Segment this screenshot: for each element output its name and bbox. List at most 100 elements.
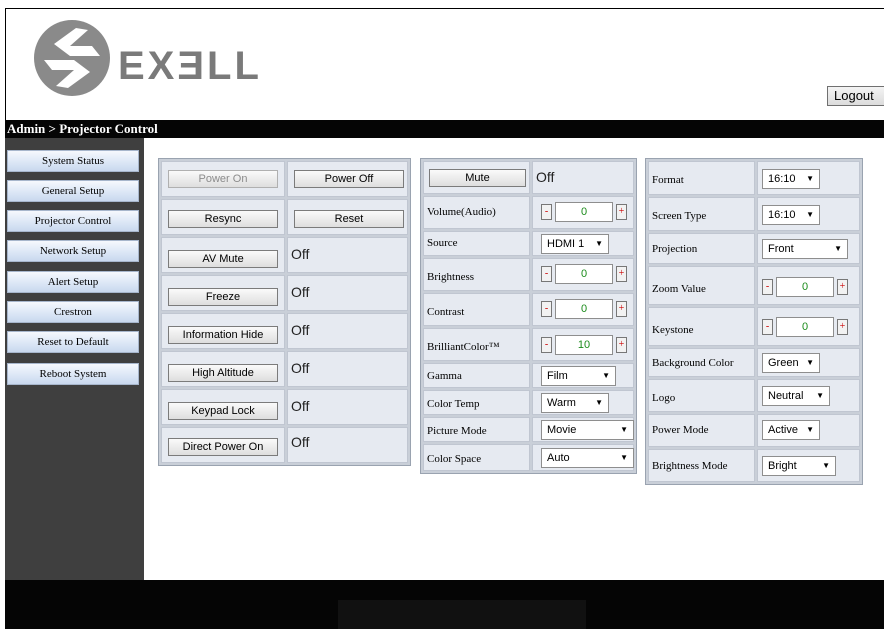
chevron-down-icon: ▼ xyxy=(602,371,610,380)
brightness-decrease-button[interactable]: - xyxy=(541,266,552,282)
format-label: Format xyxy=(652,174,684,186)
information-hide-button[interactable]: Information Hide xyxy=(168,326,278,344)
background-color-select[interactable]: Green ▼ xyxy=(762,353,820,373)
screen-type-select[interactable]: 16:10 ▼ xyxy=(762,205,820,225)
power-on-button[interactable]: Power On xyxy=(168,170,278,188)
brightness-label: Brightness xyxy=(427,271,475,283)
logout-button[interactable]: Logout xyxy=(827,86,884,106)
high-altitude-status: Off xyxy=(291,360,310,376)
breadcrumb: Admin > Projector Control xyxy=(5,120,884,138)
chevron-down-icon: ▼ xyxy=(620,453,628,462)
chevron-down-icon: ▼ xyxy=(822,461,830,470)
brightness-stepper: - 0 + xyxy=(541,264,631,284)
brilliantcolor-value[interactable]: 10 xyxy=(555,335,613,355)
color-temp-label: Color Temp xyxy=(427,398,480,410)
color-space-select[interactable]: Auto ▼ xyxy=(541,448,634,468)
keystone-label: Keystone xyxy=(652,324,694,336)
background-color-label: Background Color xyxy=(652,357,734,369)
contrast-stepper: - 0 + xyxy=(541,299,631,319)
brilliantcolor-increase-button[interactable]: + xyxy=(616,337,627,353)
sidebar: System Status General Setup Projector Co… xyxy=(5,138,144,580)
resync-button[interactable]: Resync xyxy=(168,210,278,228)
power-panel: Power On Power Off Resync Reset AV Mute … xyxy=(158,158,411,466)
zoom-value-label: Zoom Value xyxy=(652,283,706,295)
sidebar-item-projector-control[interactable]: Projector Control xyxy=(7,210,139,232)
brand-logo: EXƎLL xyxy=(30,16,259,106)
logo-label: Logo xyxy=(652,392,676,404)
logo-wordmark: EXƎLL xyxy=(118,44,262,88)
screen-type-label: Screen Type xyxy=(652,210,707,222)
brilliantcolor-decrease-button[interactable]: - xyxy=(541,337,552,353)
format-select[interactable]: 16:10 ▼ xyxy=(762,169,820,189)
chevron-down-icon: ▼ xyxy=(595,398,603,407)
footer-center-block xyxy=(338,600,586,629)
source-select[interactable]: HDMI 1 ▼ xyxy=(541,234,609,254)
av-mute-status: Off xyxy=(291,246,310,262)
display-panel: Format 16:10 ▼ Screen Type 16:10 ▼ Project… xyxy=(645,158,863,485)
zoom-value[interactable]: 0 xyxy=(776,277,834,297)
freeze-status: Off xyxy=(291,284,310,300)
keypad-lock-status: Off xyxy=(291,398,310,414)
keystone-stepper: - 0 + xyxy=(762,317,852,337)
contrast-increase-button[interactable]: + xyxy=(616,301,627,317)
sidebar-item-alert-setup[interactable]: Alert Setup xyxy=(7,271,139,293)
color-space-label: Color Space xyxy=(427,453,482,465)
brightness-mode-select[interactable]: Bright ▼ xyxy=(762,456,836,476)
chevron-down-icon: ▼ xyxy=(816,391,824,400)
zoom-decrease-button[interactable]: - xyxy=(762,279,773,295)
sidebar-item-general-setup[interactable]: General Setup xyxy=(7,180,139,202)
brilliantcolor-stepper: - 10 + xyxy=(541,335,631,355)
zoom-increase-button[interactable]: + xyxy=(837,279,848,295)
source-label: Source xyxy=(427,237,458,249)
volume-increase-button[interactable]: + xyxy=(616,204,627,220)
projection-label: Projection xyxy=(652,243,698,255)
power-mode-label: Power Mode xyxy=(652,424,709,436)
mute-status: Off xyxy=(536,169,555,185)
chevron-down-icon: ▼ xyxy=(806,425,814,434)
brightness-value[interactable]: 0 xyxy=(555,264,613,284)
brightness-mode-label: Brightness Mode xyxy=(652,460,728,472)
power-off-button[interactable]: Power Off xyxy=(294,170,404,188)
direct-power-on-status: Off xyxy=(291,434,310,450)
sidebar-item-reboot-system[interactable]: Reboot System xyxy=(7,363,139,385)
direct-power-on-button[interactable]: Direct Power On xyxy=(168,438,278,456)
freeze-button[interactable]: Freeze xyxy=(168,288,278,306)
picture-mode-label: Picture Mode xyxy=(427,425,487,437)
projection-select[interactable]: Front ▼ xyxy=(762,239,848,259)
color-temp-select[interactable]: Warm ▼ xyxy=(541,393,609,413)
sidebar-item-reset-to-default[interactable]: Reset to Default xyxy=(7,331,139,353)
volume-label: Volume(Audio) xyxy=(427,206,496,218)
zoom-stepper: - 0 + xyxy=(762,277,852,297)
image-panel: Mute Off Volume(Audio) - 0 + Source HDMI… xyxy=(420,158,637,474)
power-mode-select[interactable]: Active ▼ xyxy=(762,420,820,440)
contrast-value[interactable]: 0 xyxy=(555,299,613,319)
gamma-label: Gamma xyxy=(427,370,462,382)
volume-decrease-button[interactable]: - xyxy=(541,204,552,220)
mute-button[interactable]: Mute xyxy=(429,169,526,187)
chevron-down-icon: ▼ xyxy=(595,239,603,248)
information-hide-status: Off xyxy=(291,322,310,338)
gamma-select[interactable]: Film ▼ xyxy=(541,366,616,386)
picture-mode-select[interactable]: Movie ▼ xyxy=(541,420,634,440)
logo-select[interactable]: Neutral ▼ xyxy=(762,386,830,406)
chevron-down-icon: ▼ xyxy=(806,358,814,367)
volume-value[interactable]: 0 xyxy=(555,202,613,222)
brightness-increase-button[interactable]: + xyxy=(616,266,627,282)
keystone-value[interactable]: 0 xyxy=(776,317,834,337)
reset-button[interactable]: Reset xyxy=(294,210,404,228)
sidebar-item-network-setup[interactable]: Network Setup xyxy=(7,240,139,262)
sidebar-item-crestron[interactable]: Crestron xyxy=(7,301,139,323)
av-mute-button[interactable]: AV Mute xyxy=(168,250,278,268)
volume-stepper: - 0 + xyxy=(541,202,631,222)
logo-mark-icon xyxy=(34,20,110,96)
keypad-lock-button[interactable]: Keypad Lock xyxy=(168,402,278,420)
contrast-decrease-button[interactable]: - xyxy=(541,301,552,317)
chevron-down-icon: ▼ xyxy=(834,244,842,253)
sidebar-item-system-status[interactable]: System Status xyxy=(7,150,139,172)
chevron-down-icon: ▼ xyxy=(620,425,628,434)
keystone-decrease-button[interactable]: - xyxy=(762,319,773,335)
chevron-down-icon: ▼ xyxy=(806,210,814,219)
keystone-increase-button[interactable]: + xyxy=(837,319,848,335)
contrast-label: Contrast xyxy=(427,306,465,318)
high-altitude-button[interactable]: High Altitude xyxy=(168,364,278,382)
